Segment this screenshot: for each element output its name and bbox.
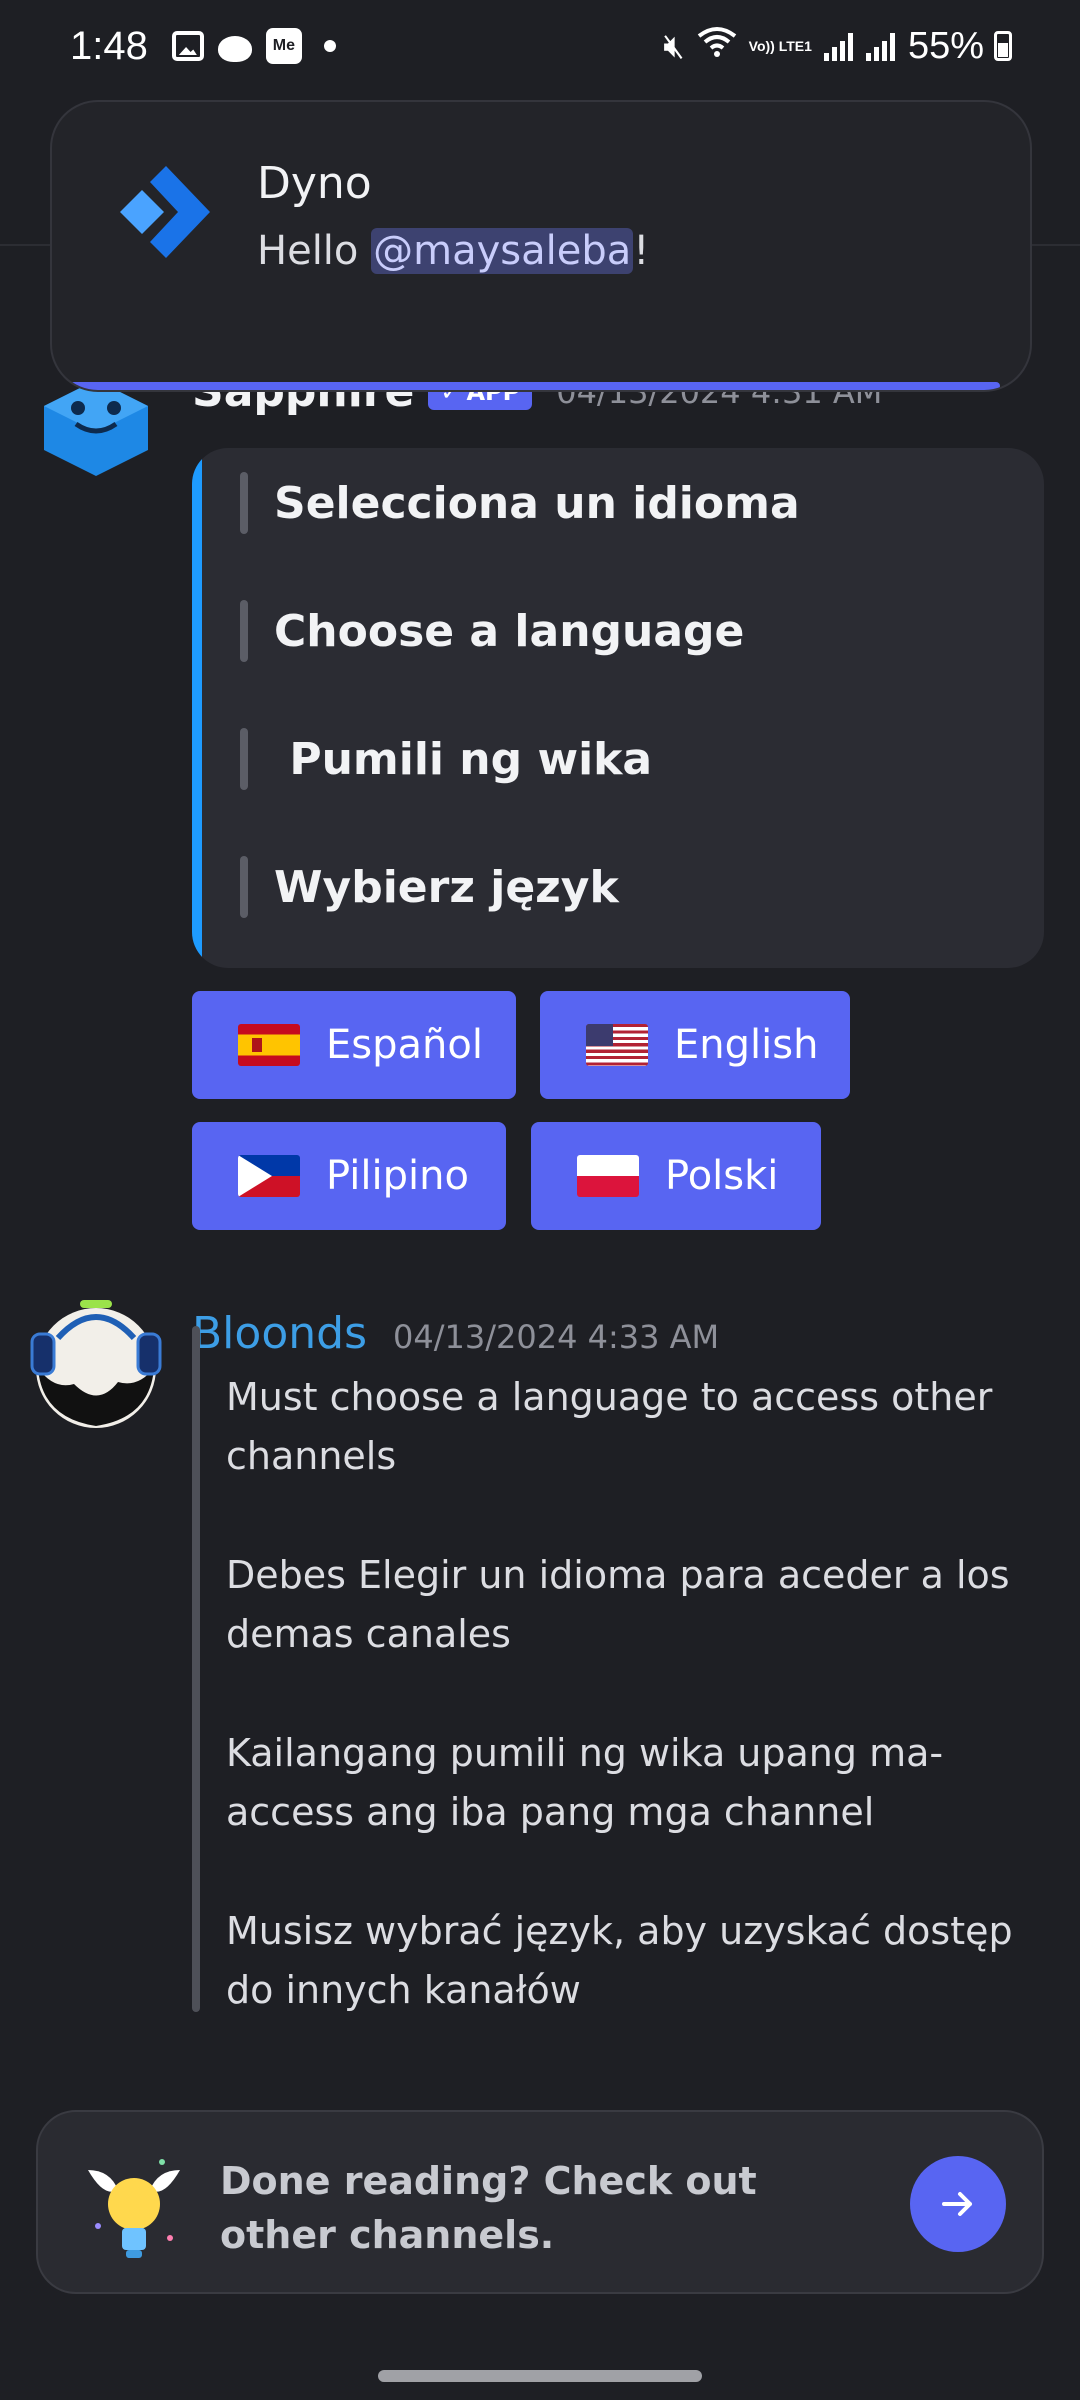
user-mention[interactable]: @maysaleba	[371, 228, 634, 274]
cta-text: Done reading? Check out other channels.	[220, 2159, 757, 2257]
us-flag-icon	[586, 1024, 648, 1066]
message-paragraph: Kailangang pumili ng wika upang ma-acces…	[226, 1731, 944, 1834]
quote-bar	[240, 472, 248, 534]
philippines-flag-icon	[238, 1155, 300, 1197]
signal-strength-icon	[823, 31, 854, 61]
bloonds-timestamp: 04/13/2024 4:33 AM	[393, 1318, 720, 1356]
english-button[interactable]: English	[540, 991, 850, 1099]
button-label: English	[674, 1022, 819, 1068]
pilipino-button[interactable]: Pilipino	[192, 1122, 506, 1230]
bloonds-username[interactable]: Bloonds	[192, 1308, 367, 1359]
status-bar: 1:48 Me 🔇︎ Vo)) LTE1 55%	[0, 0, 1080, 92]
roaming-signal-icon	[865, 31, 896, 61]
sapphire-avatar[interactable]	[40, 378, 152, 478]
arrow-right-icon	[942, 2192, 972, 2216]
bloonds-message-header: Bloonds 04/13/2024 4:33 AM	[192, 1308, 719, 1359]
quote-bar	[240, 600, 248, 662]
wifi-icon	[697, 26, 737, 66]
embed-line: Pumili ng wika	[240, 728, 652, 790]
embed-line: Choose a language	[240, 600, 744, 662]
embed-line: Selecciona un idioma	[240, 472, 800, 534]
language-embed: Selecciona un idioma Choose a language P…	[192, 448, 1044, 968]
embed-line-text: Selecciona un idioma	[274, 477, 800, 529]
notification-title: Dyno	[257, 158, 372, 209]
blockquote-bar	[192, 1326, 200, 2012]
volte-lte-icon: Vo)) LTE1	[748, 37, 812, 54]
mute-icon: 🔇︎	[663, 26, 685, 65]
embed-line-text: Wybierz język	[274, 861, 619, 913]
reddit-icon	[217, 36, 252, 62]
dyno-notification-banner[interactable]: Dyno Hello @maysaleba!	[50, 100, 1032, 392]
dyno-logo-icon	[114, 162, 214, 262]
embed-line-text: Pumili ng wika	[274, 733, 653, 785]
notification-progress-bar	[70, 382, 1000, 390]
go-to-channels-button[interactable]	[910, 2156, 1006, 2252]
me-app-icon: Me	[265, 28, 302, 64]
notification-body: Hello @maysaleba!	[257, 228, 649, 274]
done-reading-card[interactable]: Done reading? Check out other channels.	[36, 2110, 1044, 2294]
notification-greeting: Hello	[257, 228, 372, 274]
battery-icon	[994, 31, 1012, 61]
polski-button[interactable]: Polski	[531, 1122, 821, 1230]
message-paragraph: Debes Elegir un idioma para aceder a los…	[226, 1553, 1010, 1656]
bloonds-avatar[interactable]	[28, 1298, 164, 1430]
notification-suffix: !	[633, 228, 650, 274]
embed-accent-bar	[192, 448, 202, 968]
clock: 1:48	[70, 23, 148, 68]
embed-line-text: Choose a language	[274, 605, 745, 657]
spain-flag-icon	[238, 1024, 300, 1066]
poland-flag-icon	[577, 1155, 639, 1197]
lightbulb-icon	[74, 2140, 194, 2270]
message-paragraph: Musisz wybrać język, aby uzyskać dostęp …	[226, 1909, 1013, 2012]
quote-bar	[240, 856, 248, 918]
home-indicator[interactable]	[378, 2370, 702, 2382]
button-label: Pilipino	[326, 1153, 469, 1199]
embed-line: Wybierz język	[240, 856, 619, 918]
more-notifications-dot-icon	[323, 40, 336, 52]
quote-bar	[240, 728, 248, 790]
battery-percent: 55%	[907, 24, 984, 67]
gallery-icon	[171, 31, 204, 61]
button-label: Polski	[665, 1153, 779, 1199]
message-paragraph: Must choose a language to access other c…	[226, 1375, 993, 1478]
button-label: Español	[326, 1022, 483, 1068]
espanol-button[interactable]: Español	[192, 991, 516, 1099]
